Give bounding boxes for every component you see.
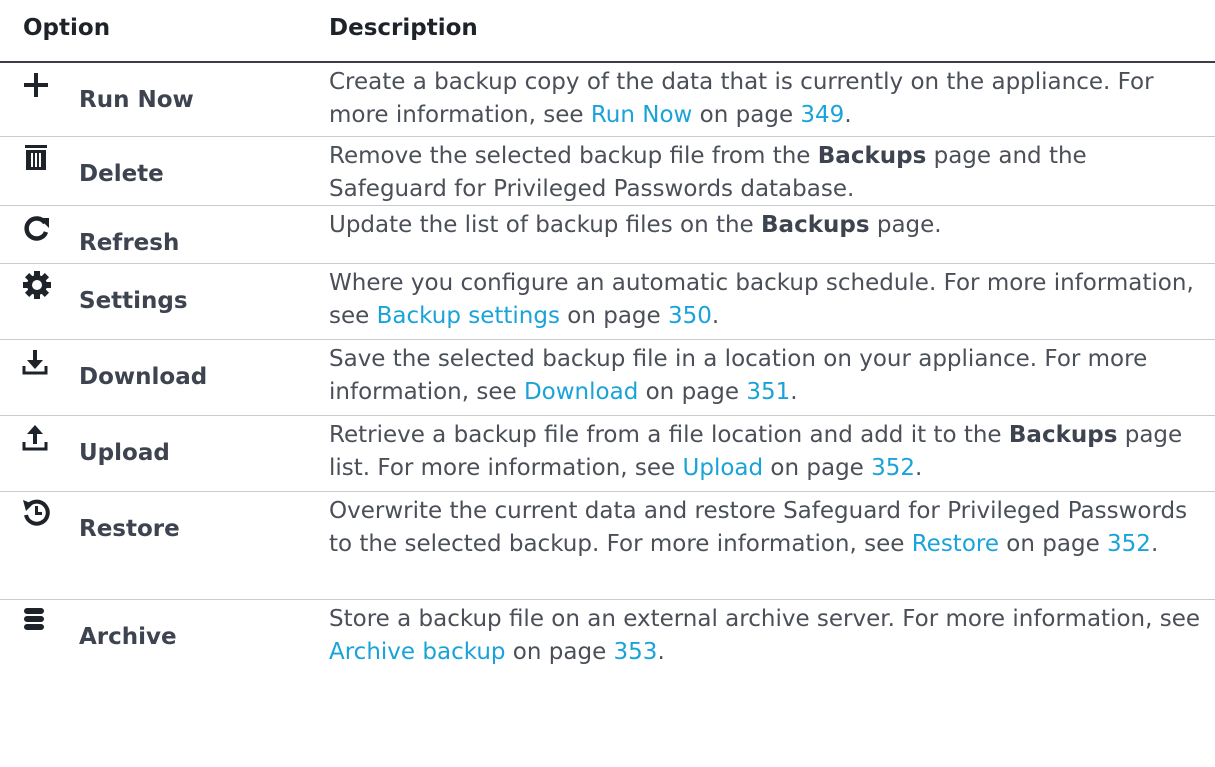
table-row: Run Now Create a backup copy of the data… — [0, 63, 1215, 137]
cross-reference-link[interactable]: 351 — [746, 379, 790, 405]
refresh-icon — [20, 210, 60, 246]
refresh-button[interactable]: Refresh — [20, 210, 310, 260]
description-text: Update the list of backup files on the — [329, 212, 762, 238]
description-text: . — [711, 303, 720, 329]
table-row: Settings Where you configure an automati… — [0, 264, 1215, 340]
upload-button[interactable]: Upload — [20, 420, 310, 470]
restore-button[interactable]: Restore — [20, 496, 310, 546]
description-text: on page — [692, 102, 801, 128]
option-label: Upload — [79, 440, 170, 466]
cross-reference-link[interactable]: Backup settings — [377, 303, 560, 329]
gear-icon — [20, 268, 60, 304]
settings-button[interactable]: Settings — [20, 268, 310, 318]
upload-icon — [20, 420, 60, 456]
option-description: Overwrite the current data and restore S… — [329, 495, 1209, 561]
option-description: Retrieve a backup file from a file locat… — [329, 419, 1209, 485]
option-description: Store a backup file on an external archi… — [329, 603, 1209, 669]
ui-term: Backups — [1008, 422, 1118, 448]
run-now-button[interactable]: Run Now — [20, 67, 310, 117]
description-text: on page — [638, 379, 747, 405]
cross-reference-link[interactable]: 352 — [871, 455, 915, 481]
option-description: Update the list of backup files on the B… — [329, 209, 1209, 242]
options-table: Option Description Run Now Create a back… — [0, 0, 1215, 767]
header-description: Description — [329, 15, 478, 41]
option-label: Delete — [79, 161, 164, 187]
cross-reference-link[interactable]: Archive backup — [329, 639, 506, 665]
description-text: on page — [505, 639, 614, 665]
plus-icon — [20, 67, 60, 103]
description-text: . — [915, 455, 923, 481]
cross-reference-link[interactable]: Upload — [683, 455, 764, 481]
description-text: on page — [559, 303, 668, 329]
table-row: Upload Retrieve a backup file from a fil… — [0, 416, 1215, 492]
description-text: on page — [763, 455, 872, 481]
cross-reference-link[interactable]: 350 — [668, 303, 712, 329]
cross-reference-link[interactable]: 349 — [800, 102, 844, 128]
archive-button[interactable]: Archive — [20, 604, 310, 654]
table-row: Download Save the selected backup file i… — [0, 340, 1215, 416]
delete-button[interactable]: Delete — [20, 141, 310, 191]
option-label: Restore — [79, 516, 180, 542]
table-row: Refresh Update the list of backup files … — [0, 206, 1215, 264]
trash-icon — [20, 141, 60, 177]
cross-reference-link[interactable]: Download — [524, 379, 638, 405]
option-description: Create a backup copy of the data that is… — [329, 66, 1209, 132]
table-row: Restore Overwrite the current data and r… — [0, 492, 1215, 600]
option-label: Settings — [79, 288, 188, 314]
ui-term: Backups — [817, 143, 927, 169]
download-icon — [20, 344, 60, 380]
description-text: on page — [999, 531, 1108, 557]
restore-icon — [20, 496, 60, 532]
description-text: . — [844, 102, 852, 128]
cross-reference-link[interactable]: Run Now — [591, 102, 693, 128]
description-text: Remove the selected backup file from the — [329, 143, 818, 169]
option-label: Run Now — [79, 87, 194, 113]
database-icon — [20, 604, 60, 640]
description-text: . — [1150, 531, 1159, 557]
cross-reference-link[interactable]: Restore — [912, 531, 999, 557]
table-row: Archive Store a backup file on an extern… — [0, 600, 1215, 676]
description-text: page. — [869, 212, 942, 238]
table-header: Option Description — [0, 0, 1215, 63]
ui-term: Backups — [761, 212, 870, 238]
header-option: Option — [23, 15, 111, 41]
option-label: Archive — [79, 624, 177, 650]
option-description: Save the selected backup file in a locat… — [329, 343, 1209, 409]
option-description: Remove the selected backup file from the… — [329, 140, 1209, 206]
description-text: Retrieve a backup file from a file locat… — [329, 422, 1009, 448]
cross-reference-link[interactable]: 353 — [614, 639, 658, 665]
download-button[interactable]: Download — [20, 344, 310, 394]
option-label: Download — [79, 364, 208, 390]
description-text: . — [790, 379, 798, 405]
option-description: Where you configure an automatic backup … — [329, 267, 1209, 333]
option-label: Refresh — [79, 230, 180, 256]
description-text: Store a backup file on an external archi… — [329, 606, 1201, 632]
description-text: . — [657, 639, 665, 665]
cross-reference-link[interactable]: 352 — [1107, 531, 1151, 557]
table-row: Delete Remove the selected backup file f… — [0, 137, 1215, 206]
